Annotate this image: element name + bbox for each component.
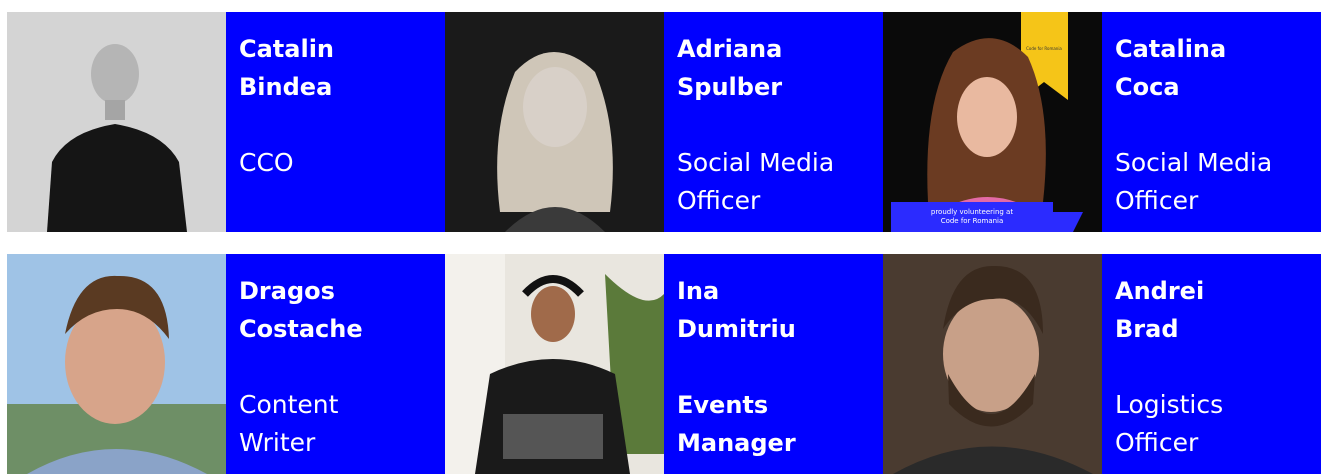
member-card-andrei-brad: Andrei Brad Logistics Officer <box>883 254 1321 474</box>
member-photo <box>445 12 664 232</box>
member-name: Catalina Coca <box>1115 35 1227 101</box>
person-photo-icon <box>883 254 1102 474</box>
member-card-ina-dumitriu: Ina Dumitriu Events Manager <box>445 254 883 474</box>
member-photo: proudly volunteering at Code for Romania… <box>883 12 1102 232</box>
member-info: Dragos Costache Content Writer <box>226 254 445 474</box>
member-photo <box>883 254 1102 474</box>
member-role: Content Writer <box>239 390 339 457</box>
member-info: Andrei Brad Logistics Officer <box>1102 254 1321 474</box>
person-photo-icon <box>445 254 664 474</box>
person-photo-icon <box>445 12 664 232</box>
member-info: Ina Dumitriu Events Manager <box>664 254 883 474</box>
member-photo <box>445 254 664 474</box>
member-card-dragos-costache: Dragos Costache Content Writer <box>7 254 445 474</box>
person-photo-icon <box>7 12 226 232</box>
member-role: CCO <box>239 148 294 177</box>
member-role: Events Manager <box>677 391 796 457</box>
person-photo-icon <box>883 12 1102 232</box>
member-card-catalina-coca: proudly volunteering at Code for Romania… <box>883 12 1321 232</box>
member-info: Adriana Spulber Social Media Officer <box>664 12 883 232</box>
member-info: Catalin Bindea CCO <box>226 12 445 232</box>
member-card-adriana-spulber: Adriana Spulber Social Media Officer <box>445 12 883 232</box>
member-role: Social Media Officer <box>677 148 835 215</box>
member-photo <box>7 12 226 232</box>
member-info: Catalina Coca Social Media Officer <box>1102 12 1321 232</box>
member-role: Social Media Officer <box>1115 148 1273 215</box>
team-row-1: Catalin Bindea CCO Adriana Spulber Socia… <box>7 12 1321 232</box>
team-row-2: Dragos Costache Content Writer Ina Dumit… <box>7 254 1321 474</box>
member-photo <box>7 254 226 474</box>
ribbon-text: Code for Romania <box>1026 46 1062 51</box>
person-photo-icon <box>7 254 226 474</box>
member-card-catalin-bindea: Catalin Bindea CCO <box>7 12 445 232</box>
member-role: Logistics Officer <box>1115 390 1224 457</box>
member-name: Catalin Bindea <box>239 35 335 101</box>
member-name: Dragos Costache <box>239 277 363 343</box>
volunteer-badge-text: proudly volunteering at Code for Romania <box>930 208 1014 225</box>
member-name: Ina Dumitriu <box>677 277 796 343</box>
member-name: Adriana Spulber <box>677 35 783 101</box>
member-name: Andrei Brad <box>1115 277 1205 343</box>
